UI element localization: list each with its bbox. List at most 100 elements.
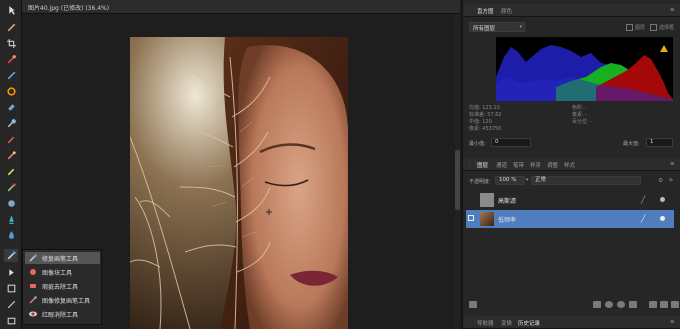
- brush-icon[interactable]: ╱: [641, 215, 645, 223]
- visibility-dot-icon[interactable]: [660, 197, 665, 202]
- app-window: 图片40.jpg (已修改) (36.4%) ×: [0, 0, 680, 329]
- live-filter-icon[interactable]: [617, 301, 625, 308]
- crop-icon[interactable]: [4, 37, 18, 50]
- tool-item-label: 图像块工具: [42, 269, 73, 277]
- histogram-source-select[interactable]: 所有图层 ▾: [469, 22, 525, 32]
- layer-thumbnail: [480, 212, 494, 226]
- stat-median: 中值: 120: [469, 119, 492, 125]
- tool-item-inpainting-brush[interactable]: 图像修复画笔工具: [25, 294, 100, 306]
- brush-icon[interactable]: [4, 21, 18, 34]
- healing-brush-icon[interactable]: [4, 249, 18, 262]
- panel-menu-icon[interactable]: ≡: [670, 319, 675, 325]
- brush-icon[interactable]: ╱: [641, 196, 645, 204]
- add-layer-icon[interactable]: +: [668, 176, 674, 184]
- selection-checkbox-label: 选择框: [659, 25, 675, 31]
- burn-icon[interactable]: [4, 165, 18, 178]
- layer-checkbox[interactable]: [626, 24, 633, 31]
- layer-mask-icon[interactable]: [469, 301, 477, 308]
- tab-color[interactable]: 颜色: [501, 7, 512, 15]
- panel-menu-icon[interactable]: ≡: [670, 7, 675, 13]
- histogram-tabbar: ⋮⋮ 直方图 颜色 ≡: [463, 4, 680, 17]
- layer-checkbox-label: 图层: [635, 25, 646, 31]
- selection-checkbox[interactable]: [650, 24, 657, 31]
- opacity-label: 不透明度:: [469, 179, 491, 185]
- folder-icon[interactable]: [649, 301, 657, 308]
- tab-histogram[interactable]: 直方图: [477, 7, 494, 15]
- tool-item-label: 修复画笔工具: [42, 255, 79, 263]
- document-image[interactable]: [130, 37, 348, 329]
- new-layer-icon[interactable]: [660, 301, 668, 308]
- tab-history[interactable]: 历史记录: [518, 319, 540, 327]
- layers-tabbar: ⋮⋮ 图层 通道 笔带 样序 调整 样式 ≡: [463, 158, 680, 171]
- color-picker-icon[interactable]: [4, 53, 18, 66]
- layer-row[interactable]: 高斯滤 ╱: [466, 191, 674, 209]
- group-icon[interactable]: [629, 301, 637, 308]
- shape-icon[interactable]: [4, 282, 18, 295]
- vertical-scroll-thumb[interactable]: [455, 150, 460, 210]
- right-panels: ⋮⋮ 直方图 颜色 ≡ 所有图层 ▾ 图层 选择框 均值: 123.10 标准差…: [462, 0, 680, 329]
- tab-adjustment[interactable]: 调整: [547, 161, 558, 169]
- navigator-tabbar: ⋮⋮ 导航器 变换 历史记录 ≡: [463, 316, 680, 329]
- gear-icon[interactable]: ⚙: [658, 177, 663, 184]
- tool-item-label: 瑕疵去除工具: [42, 283, 79, 291]
- layer-row-selected[interactable]: 低频率 ╱: [466, 210, 674, 228]
- tab-styles[interactable]: 样式: [564, 161, 575, 169]
- tab-channels[interactable]: 通道: [496, 161, 507, 169]
- smudge-icon[interactable]: [4, 181, 18, 194]
- document-tab[interactable]: 图片40.jpg (已修改) (36.4%) ×: [22, 0, 477, 14]
- layer-name: 高斯滤: [498, 198, 517, 205]
- min-label: 最小值:: [469, 141, 486, 147]
- layer-thumbnail: [480, 193, 494, 207]
- patch-icon: [30, 269, 36, 275]
- dodge-icon[interactable]: [4, 149, 18, 162]
- healing-tools-flyout: 修复画笔工具 图像块工具 瑕疵去除工具 图像修复画笔工具 红眼消除工具: [22, 249, 102, 325]
- max-value-field[interactable]: 1: [646, 138, 673, 147]
- tab-stock[interactable]: 样序: [530, 161, 541, 169]
- text-icon[interactable]: [4, 266, 18, 279]
- stat-pixels: 像素: 453750: [469, 126, 502, 132]
- sponge-icon[interactable]: [4, 197, 18, 210]
- opacity-field[interactable]: 100 %: [495, 176, 525, 185]
- tab-layers[interactable]: 图层: [477, 161, 488, 169]
- eraser-icon[interactable]: [4, 101, 18, 114]
- pen-icon[interactable]: [4, 69, 18, 82]
- red-eye-icon: [29, 311, 37, 317]
- tool-item-healing-brush[interactable]: 修复画笔工具: [25, 252, 100, 264]
- tool-item-label: 红眼消除工具: [42, 311, 79, 319]
- tab-brushes[interactable]: 笔带: [513, 161, 524, 169]
- min-value-field[interactable]: 0: [491, 138, 531, 147]
- stat-stddev: 标准差: 57.62: [469, 112, 502, 118]
- document-title: 图片40.jpg (已修改) (36.4%): [28, 5, 110, 12]
- histogram-chart: [496, 37, 673, 101]
- clone-icon[interactable]: [4, 133, 18, 146]
- tool-item-red-eye-removal[interactable]: 红眼消除工具: [25, 308, 100, 320]
- visibility-dot-icon[interactable]: [660, 216, 665, 221]
- adjustment-icon[interactable]: [605, 301, 613, 308]
- healing-brush-icon: [29, 254, 37, 262]
- chevron-down-icon: ▾: [519, 24, 522, 30]
- layer-select-checkbox[interactable]: [468, 215, 474, 221]
- zoom-icon[interactable]: [4, 314, 18, 327]
- rectangle-icon[interactable]: [4, 298, 18, 311]
- max-label: 最大值:: [623, 141, 640, 147]
- chevron-down-icon[interactable]: ▾: [526, 177, 529, 183]
- tool-item-blemish-removal[interactable]: 瑕疵去除工具: [25, 280, 100, 292]
- add-pixel-layer-icon[interactable]: [593, 301, 601, 308]
- blend-mode-select[interactable]: 正常: [531, 176, 641, 185]
- move-tool-icon[interactable]: [4, 4, 18, 17]
- tab-transform[interactable]: 变换: [501, 319, 512, 327]
- tab-navigator[interactable]: 导航器: [477, 319, 494, 327]
- sharpen-icon[interactable]: [4, 213, 18, 226]
- tool-item-label: 图像修复画笔工具: [42, 297, 91, 305]
- inpainting-icon: [29, 296, 37, 304]
- panel-menu-icon[interactable]: ≡: [670, 161, 675, 167]
- tools-toolbar: [0, 0, 22, 329]
- paint-mixer-icon[interactable]: [4, 229, 18, 242]
- tool-item-patch[interactable]: 图像块工具: [25, 266, 100, 278]
- fill-icon[interactable]: [4, 85, 18, 98]
- stat-level: 色阶: -: [572, 105, 588, 111]
- layer-name: 低频率: [498, 217, 517, 224]
- selection-brush-icon[interactable]: [4, 117, 18, 130]
- trash-icon[interactable]: [671, 301, 679, 308]
- stat-percentile: 百分位: -: [572, 119, 593, 125]
